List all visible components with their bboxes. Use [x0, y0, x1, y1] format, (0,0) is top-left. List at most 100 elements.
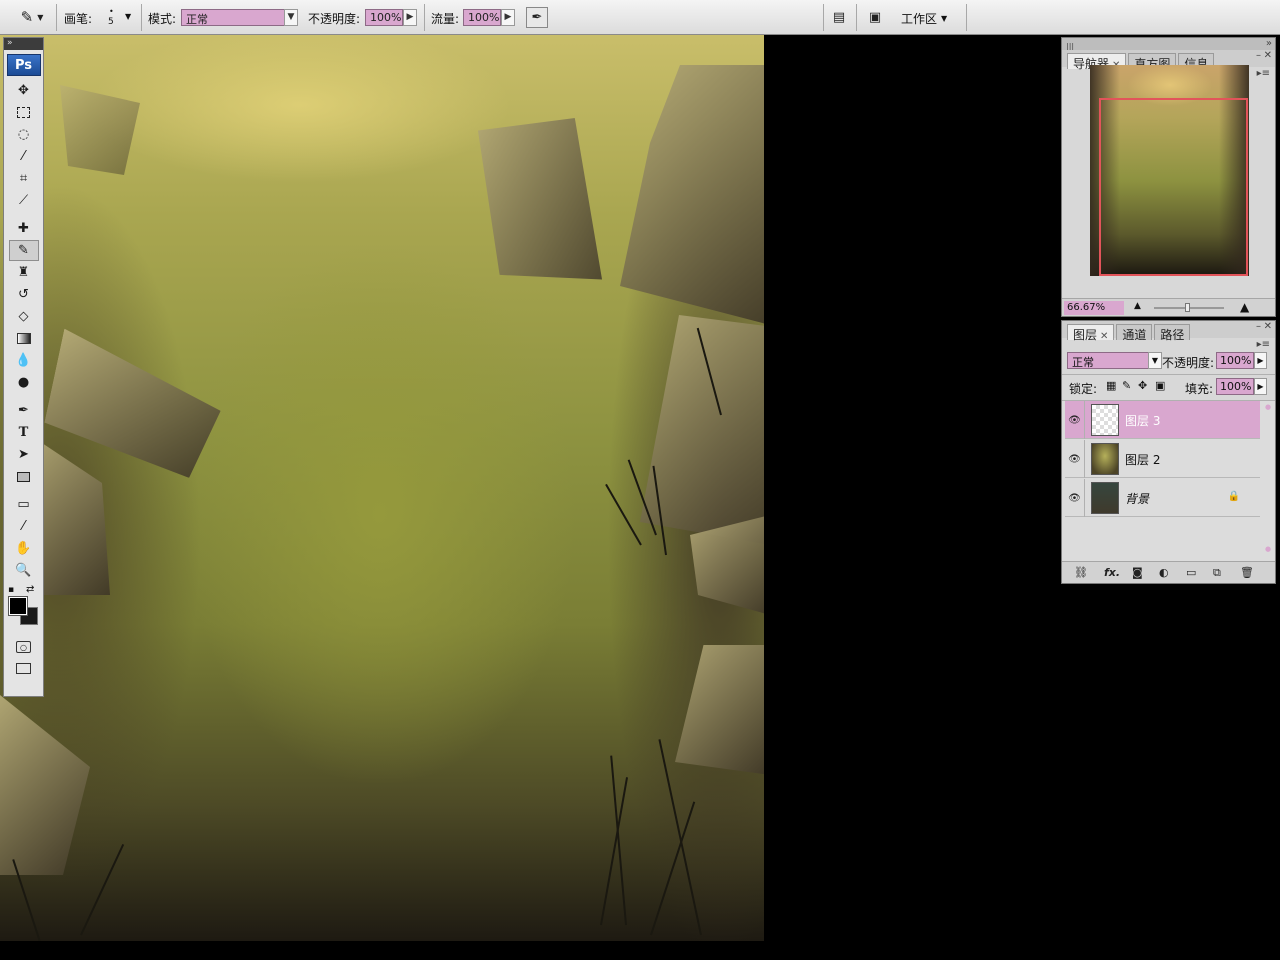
ps-logo[interactable]: Ps: [6, 54, 41, 76]
layer-row[interactable]: 👁 图层 3: [1065, 401, 1260, 439]
brush-dot-icon: •: [109, 7, 114, 16]
tab-channels[interactable]: 通道: [1116, 324, 1153, 342]
screen-mode-toggle[interactable]: [9, 658, 39, 679]
navigator-view-box[interactable]: [1099, 98, 1248, 276]
default-colors-icon: ▪: [8, 585, 15, 595]
eyedropper-tool[interactable]: ⁄: [9, 516, 39, 537]
rectangle-icon: [17, 471, 30, 482]
gradient-tool[interactable]: [9, 328, 39, 349]
opacity-input[interactable]: 100%: [365, 9, 403, 26]
lasso-tool[interactable]: ◌: [9, 124, 39, 145]
zoom-input[interactable]: 66.67%: [1064, 301, 1124, 315]
pen-tool[interactable]: ✒: [9, 400, 39, 421]
layer-name: 图层 3: [1125, 414, 1161, 428]
marquee-icon: [17, 107, 30, 118]
zoom-slider-handle[interactable]: [1185, 303, 1190, 312]
chevron-down-icon: ▼: [287, 12, 295, 22]
zoom-tool[interactable]: 🔍: [9, 560, 39, 581]
zoom-in-icon[interactable]: ▲: [1240, 300, 1249, 314]
new-layer-icon[interactable]: ⧉: [1213, 566, 1221, 580]
magic-wand-tool[interactable]: ⁄: [9, 146, 39, 167]
mode-dropdown-button[interactable]: ▼: [284, 9, 298, 26]
airbrush-toggle[interactable]: ✒: [526, 7, 548, 28]
visibility-toggle[interactable]: 👁: [1065, 401, 1085, 439]
tab-paths[interactable]: 路径: [1154, 324, 1191, 342]
minimize-icon[interactable]: –: [1256, 50, 1261, 61]
swap-colors-icon[interactable]: ⇄: [26, 584, 34, 595]
slice-tool[interactable]: ⟋: [9, 190, 39, 211]
foreground-color-swatch[interactable]: [8, 596, 28, 616]
layer-list-scrollbar[interactable]: ● ●: [1265, 403, 1273, 553]
drop-icon: 💧: [15, 353, 32, 368]
flow-input[interactable]: 100%: [463, 9, 501, 26]
bridge-button[interactable]: ▣: [862, 7, 888, 28]
brush-preset-button[interactable]: ✎ ▼: [14, 6, 50, 28]
canvas-grass: [650, 801, 696, 936]
layer-mask-icon[interactable]: ◙: [1132, 566, 1143, 579]
layer-style-icon[interactable]: fx.: [1104, 566, 1120, 579]
healing-brush-tool[interactable]: ✚: [9, 218, 39, 239]
flow-slider-button[interactable]: ▶: [501, 9, 515, 26]
lock-transparency-icon[interactable]: ▦: [1106, 379, 1116, 392]
tab-close-icon[interactable]: ✕: [1100, 331, 1108, 342]
delete-layer-icon[interactable]: 🗑: [1240, 566, 1254, 579]
brush-tool[interactable]: ✎: [8, 240, 39, 261]
hand-tool[interactable]: ✋: [9, 538, 39, 559]
type-icon: T: [18, 425, 29, 440]
canvas-grass: [80, 843, 125, 936]
tab-layers[interactable]: 图层 ✕: [1067, 324, 1115, 342]
close-icon[interactable]: ✕: [1264, 321, 1272, 332]
crop-tool[interactable]: ⌗: [9, 168, 39, 189]
canvas-rock: [0, 695, 90, 875]
type-tool[interactable]: T: [9, 422, 39, 443]
clone-stamp-tool[interactable]: ♜: [9, 262, 39, 283]
panel-menu-icon[interactable]: ▸≡: [1257, 339, 1270, 350]
new-group-icon[interactable]: ▭: [1186, 566, 1196, 579]
canvas-rock: [620, 65, 764, 325]
canvas-rock: [675, 645, 764, 775]
crop-icon: ⌗: [19, 171, 28, 186]
layer-opacity-input[interactable]: 100%: [1216, 352, 1254, 369]
fill-label: 填充:: [1185, 382, 1214, 396]
opacity-slider-button[interactable]: ▶: [403, 9, 417, 26]
history-brush-tool[interactable]: ↺: [9, 284, 39, 305]
close-icon[interactable]: ✕: [1264, 50, 1272, 61]
lock-position-icon[interactable]: ✥: [1138, 379, 1147, 392]
collapse-button[interactable]: »: [1266, 38, 1272, 49]
navigator-panel: ||| » – ✕ 导航器✕ 直方图 信息 ▸≡ 66.67% ▲ ▲: [1061, 37, 1276, 317]
workspace-menu[interactable]: 工作区 ▼: [901, 9, 947, 27]
lock-pixels-icon[interactable]: ✎: [1122, 379, 1131, 392]
link-layers-icon[interactable]: ⛓: [1074, 566, 1088, 579]
lock-all-icon[interactable]: ▣: [1155, 379, 1165, 392]
blend-mode-dropdown-button[interactable]: ▼: [1148, 352, 1162, 369]
zoom-out-icon[interactable]: ▲: [1134, 301, 1141, 311]
shape-tool[interactable]: [9, 466, 39, 487]
layer-opacity-slider-button[interactable]: ▶: [1254, 352, 1267, 369]
blur-tool[interactable]: 💧: [9, 350, 39, 371]
quick-mask-toggle[interactable]: ○: [9, 636, 39, 657]
marquee-tool[interactable]: [9, 102, 39, 123]
toolbox-grip[interactable]: »: [4, 38, 43, 50]
panel-menu-icon[interactable]: ▸≡: [1257, 68, 1270, 79]
layer-name: 图层 2: [1125, 453, 1161, 467]
visibility-toggle[interactable]: 👁: [1065, 479, 1085, 517]
minimize-icon[interactable]: –: [1256, 321, 1261, 332]
brush-size-picker[interactable]: • 5 ▼: [103, 5, 135, 31]
panel-group-grip[interactable]: ||| »: [1062, 38, 1275, 51]
magic-wand-icon: ⁄: [22, 149, 25, 164]
move-tool[interactable]: ✥: [9, 80, 39, 101]
notes-tool[interactable]: ▭: [9, 494, 39, 515]
dodge-tool[interactable]: ●: [9, 372, 39, 393]
palette-well-button[interactable]: ▤: [828, 8, 850, 27]
adjustment-layer-icon[interactable]: ◐: [1159, 566, 1169, 579]
layer-row[interactable]: 👁 背景 🔒: [1065, 479, 1260, 517]
blend-mode-select[interactable]: 正常: [1067, 352, 1149, 369]
fill-input[interactable]: 100%: [1216, 378, 1254, 395]
eraser-tool[interactable]: ◇: [9, 306, 39, 327]
mode-select[interactable]: 正常: [181, 9, 285, 26]
path-selection-tool[interactable]: ➤: [9, 444, 39, 465]
fill-slider-button[interactable]: ▶: [1254, 378, 1267, 395]
document-canvas[interactable]: [0, 35, 764, 941]
layer-row[interactable]: 👁 图层 2: [1065, 440, 1260, 478]
visibility-toggle[interactable]: 👁: [1065, 440, 1085, 478]
